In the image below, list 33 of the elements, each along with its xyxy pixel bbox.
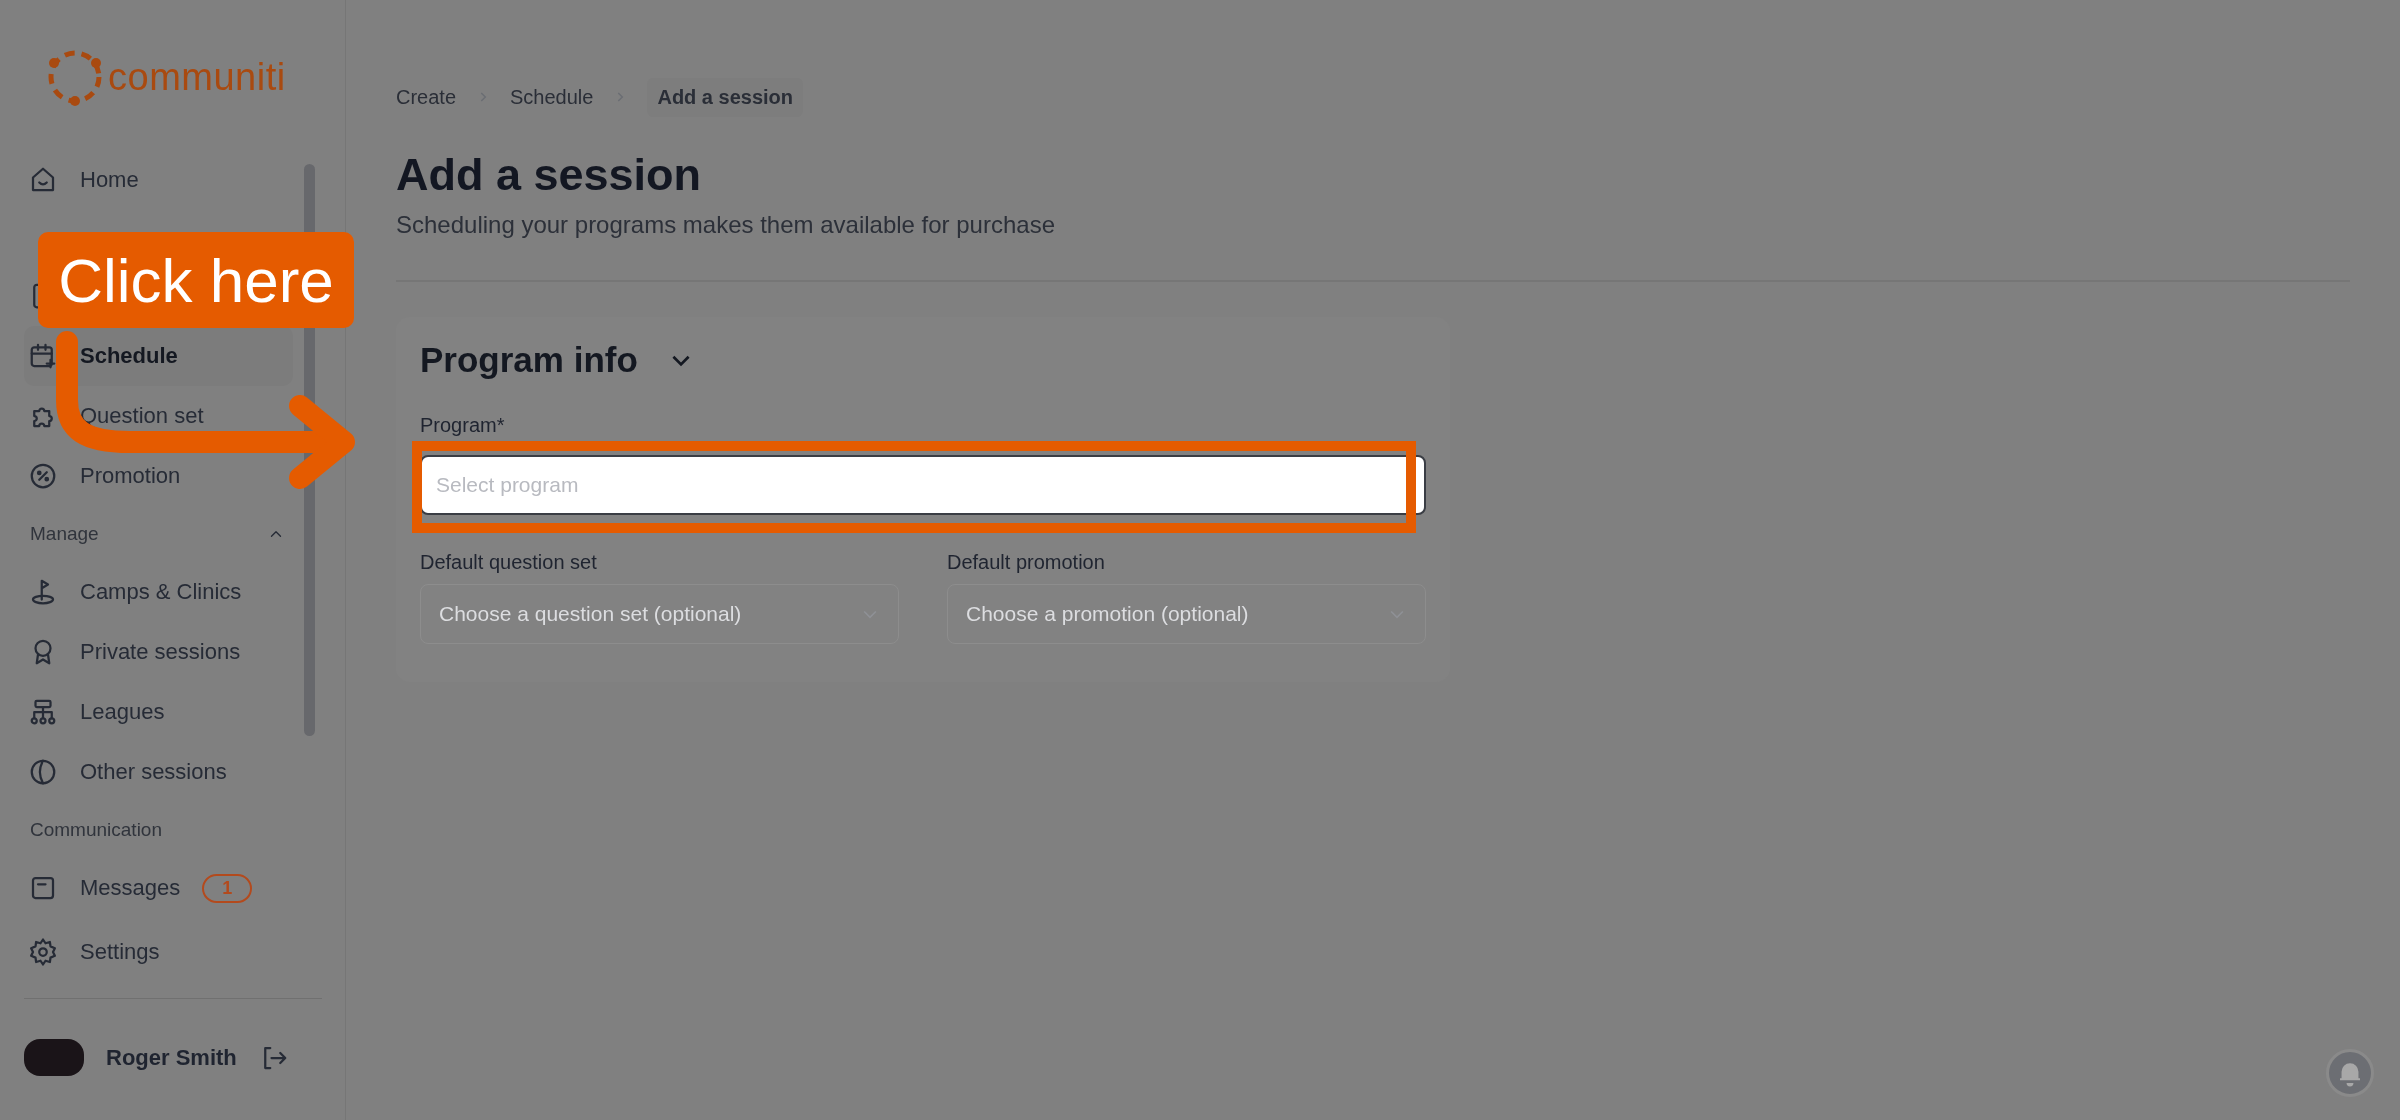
sidebar-item[interactable]: Schedule — [24, 326, 293, 386]
breadcrumb-link[interactable]: Create — [396, 85, 457, 109]
callout-tooltip: Click here — [38, 232, 354, 328]
settings-item[interactable]: Settings — [24, 922, 321, 982]
logo-text: communiti — [108, 55, 286, 99]
field-label: Program* — [420, 414, 506, 437]
dropdown-field[interactable]: Choose a question set (optional) — [420, 584, 899, 644]
program-select-field[interactable]: Select program — [420, 455, 1426, 515]
sidebar-item[interactable]: Promotion — [24, 446, 293, 506]
calendar-plus-icon — [28, 341, 58, 371]
count-badge: 1 — [202, 873, 253, 903]
user-name: Roger Smith — [106, 1044, 237, 1071]
half-circle-icon — [28, 757, 58, 787]
section-title: Program info — [420, 340, 638, 380]
field-label: Default promotion — [947, 551, 1106, 574]
settings-icon — [28, 937, 58, 967]
page-title: Add a session — [396, 149, 703, 201]
sidebar-item[interactable]: Question set — [24, 386, 293, 446]
breadcrumb-link[interactable]: Schedule — [510, 85, 594, 109]
sidebar-item[interactable]: Private sessions — [24, 622, 293, 682]
sidebar-item[interactable]: Camps & Clinics — [24, 562, 293, 622]
section-label: Communication — [30, 819, 162, 841]
field-label: Default question set — [420, 551, 598, 574]
sidebar-item[interactable]: Leagues — [24, 682, 293, 742]
sidebar-item[interactable]: Other sessions — [24, 742, 293, 802]
avatar — [24, 1039, 84, 1076]
sidebar-item[interactable]: Home — [24, 150, 293, 210]
dropdown-field[interactable]: Choose a promotion (optional) — [947, 584, 1426, 644]
sidebar-item[interactable]: Messages 1 — [24, 858, 293, 912]
hierarchy-icon — [28, 697, 58, 727]
section-label: Manage — [30, 523, 99, 545]
percent-icon — [28, 461, 58, 491]
page-subtitle: Scheduling your programs makes them available for purchase — [396, 211, 1056, 239]
